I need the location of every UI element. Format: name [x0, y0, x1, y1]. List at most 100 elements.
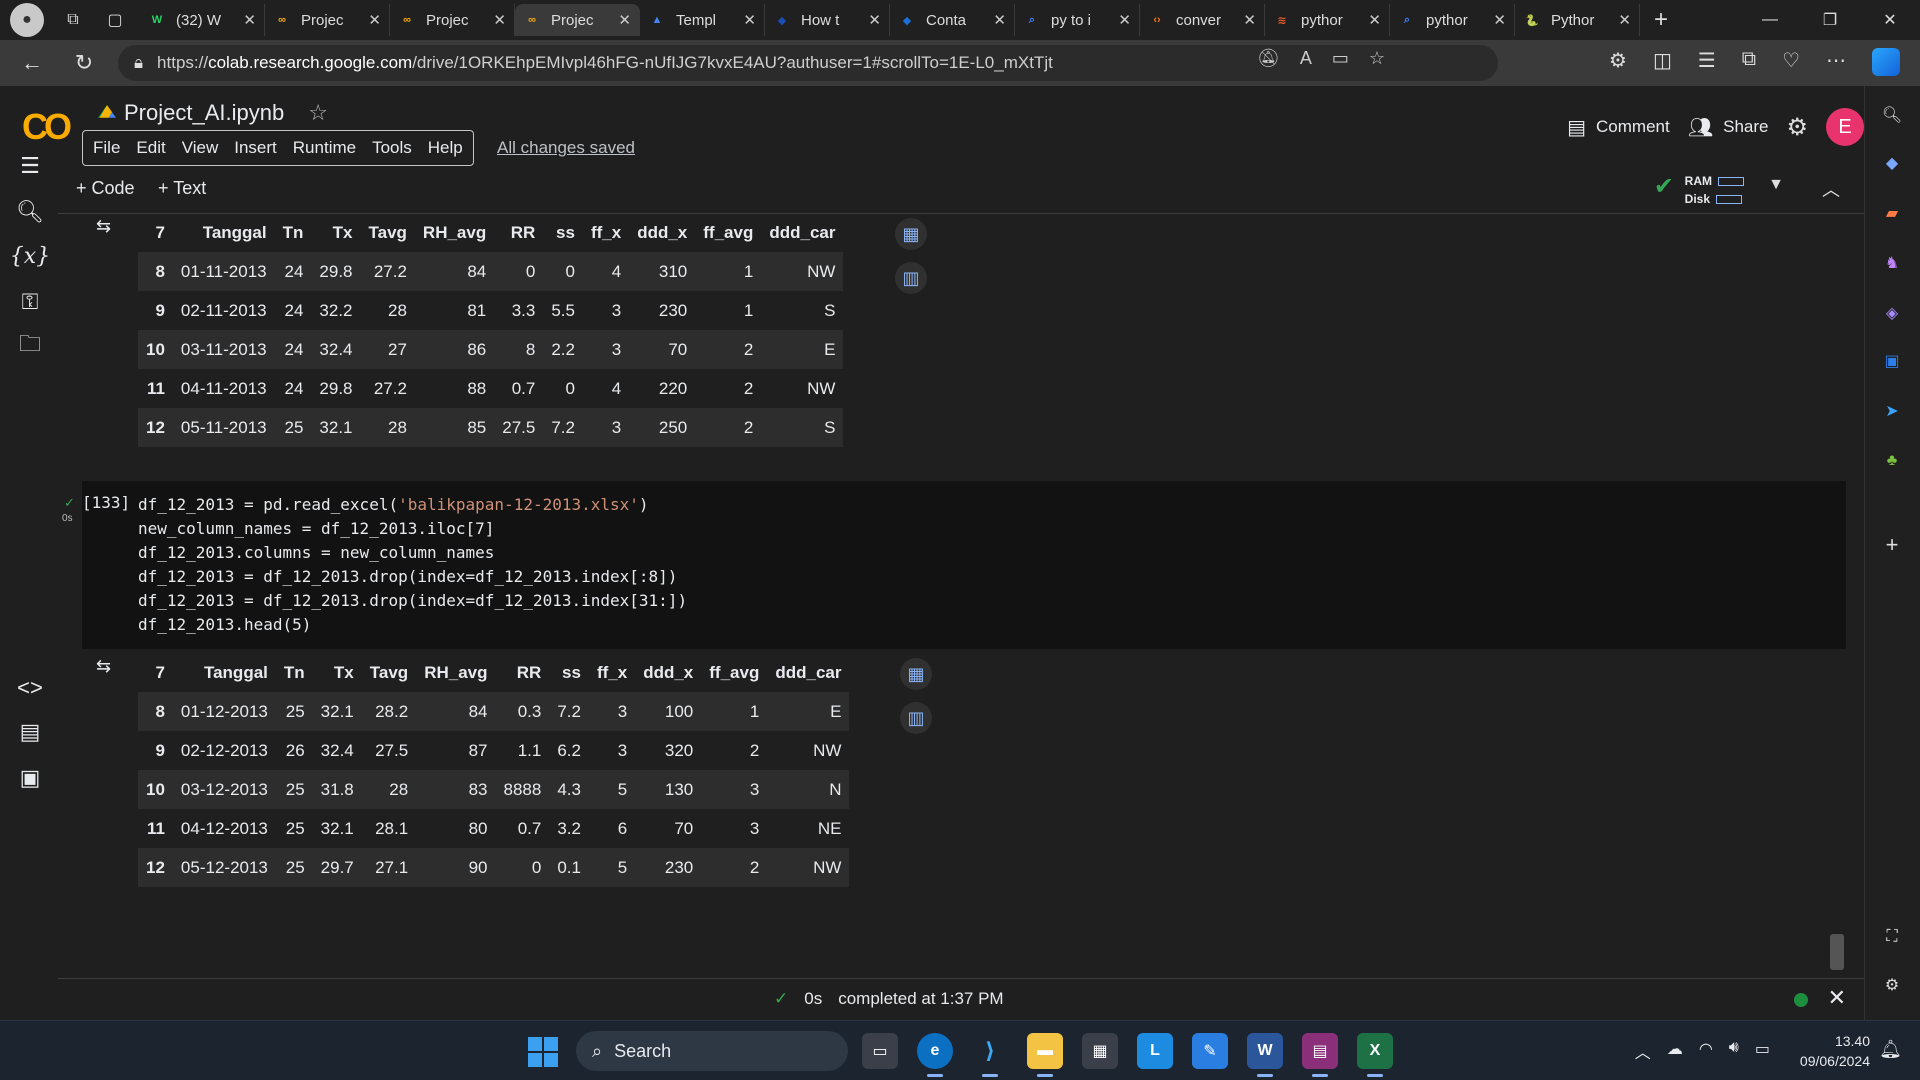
back-icon[interactable]: ← [12, 43, 52, 83]
edge-app-icon[interactable]: e [917, 1033, 953, 1077]
clock[interactable]: 13.40 09/06/2024 [1800, 1031, 1870, 1071]
comment-button[interactable]: ▤ Comment [1567, 115, 1670, 140]
browser-tab[interactable]: ∞ Projec ✕ [390, 4, 515, 36]
browser-tab[interactable]: ‹› conver ✕ [1140, 4, 1265, 36]
collections-icon[interactable]: ⧉ [1742, 48, 1756, 76]
code-cell-133[interactable]: ✓ 0s [133] df_12_2013 = pd.read_excel('b… [62, 481, 1846, 649]
store-app-icon[interactable]: ▦ [1082, 1033, 1118, 1069]
browser-tab[interactable]: ▲ Templ ✕ [640, 4, 765, 36]
games-icon[interactable]: ♞ [1879, 250, 1905, 276]
volume-icon[interactable]: 🔊︎ [1729, 1039, 1739, 1063]
table-of-contents-icon[interactable]: ☰ [16, 152, 44, 180]
outlook-icon[interactable]: ▣ [1879, 348, 1905, 374]
battery-icon[interactable]: ▭ [1755, 1039, 1770, 1063]
star-icon[interactable]: ☆ [308, 100, 328, 126]
menu-file[interactable]: File [85, 138, 128, 158]
output-toggle-icon[interactable]: ⇆ [96, 216, 111, 237]
new-tab-button[interactable]: + [1654, 6, 1668, 34]
wifi-icon[interactable]: ◠ [1699, 1039, 1713, 1063]
scrollbar-thumb[interactable] [1830, 934, 1844, 970]
tab-close-icon[interactable]: ✕ [493, 11, 506, 29]
excel-app-icon[interactable]: X [1357, 1033, 1393, 1077]
browser-tab[interactable]: 🐍 Pythor ✕ [1515, 4, 1640, 36]
add-text-button[interactable]: + Text [158, 178, 206, 199]
table-view-icon[interactable]: ▦ [895, 218, 927, 250]
minimize-icon[interactable]: — [1740, 0, 1800, 40]
browser-tab[interactable]: ∞ Projec ✕ [515, 4, 640, 36]
winrar-app-icon[interactable]: ▤ [1302, 1033, 1338, 1077]
split-screen-icon[interactable]: ◫ [1653, 48, 1672, 76]
tab-close-icon[interactable]: ✕ [1493, 11, 1506, 29]
tab-close-icon[interactable]: ✕ [1618, 11, 1631, 29]
browser-tab[interactable]: ⌕ pythor ✕ [1390, 4, 1515, 36]
browser-tab[interactable]: ∞ Projec ✕ [265, 4, 390, 36]
screenshot-icon[interactable]: ⛶ [1879, 924, 1905, 950]
vscode-app-icon[interactable]: ⟩ [972, 1033, 1008, 1077]
tab-actions-icon[interactable]: ▢ [98, 3, 132, 37]
mute-notifications-icon[interactable]: 🔕︎ [1257, 48, 1280, 69]
menu-insert[interactable]: Insert [226, 138, 285, 158]
task-view-icon[interactable]: ▭ [862, 1033, 898, 1069]
close-status-icon[interactable]: ✕ [1828, 985, 1846, 1011]
file-explorer-icon[interactable]: ▬ [1027, 1033, 1063, 1077]
suggest-chart-icon[interactable]: ▥ [895, 262, 927, 294]
close-window-icon[interactable]: ✕ [1860, 0, 1920, 40]
immersive-reader-icon[interactable]: ▭ [1332, 48, 1349, 69]
tab-close-icon[interactable]: ✕ [1368, 11, 1381, 29]
share-button[interactable]: 👥︎ Share [1688, 115, 1769, 140]
paint-app-icon[interactable]: ✎ [1192, 1033, 1228, 1069]
menu-tools[interactable]: Tools [364, 138, 420, 158]
onedrive-icon[interactable]: ☁ [1667, 1039, 1683, 1063]
suggest-chart-icon[interactable]: ▥ [900, 702, 932, 734]
variables-icon[interactable]: {x} [10, 242, 50, 270]
notebook-title[interactable]: Project_AI.ipynb [124, 100, 284, 126]
browser-tab[interactable]: W (32) W ✕ [140, 4, 265, 36]
sidebar-search-icon[interactable]: 🔍︎ [1879, 102, 1905, 128]
tab-close-icon[interactable]: ✕ [1118, 11, 1131, 29]
runtime-dropdown-icon[interactable]: ▼ [1768, 176, 1784, 194]
user-avatar[interactable]: E [1826, 108, 1864, 146]
favorite-star-icon[interactable]: ☆ [1369, 48, 1385, 69]
collapse-header-icon[interactable]: ︿ [1822, 176, 1840, 202]
tree-icon[interactable]: ♣ [1879, 448, 1905, 474]
table-view-icon[interactable]: ▦ [900, 658, 932, 690]
browser-essentials-icon[interactable]: ♡ [1782, 48, 1800, 76]
tab-close-icon[interactable]: ✕ [993, 11, 1006, 29]
tab-close-icon[interactable]: ✕ [618, 11, 631, 29]
ram-disk-indicator[interactable]: RAM Disk [1685, 172, 1744, 208]
tab-close-icon[interactable]: ✕ [368, 11, 381, 29]
code-snippets-icon[interactable]: <> [16, 674, 44, 702]
add-sidebar-app-icon[interactable]: + [1879, 532, 1905, 558]
more-options-icon[interactable]: ⋯ [1826, 48, 1846, 76]
profile-avatar[interactable]: ● [10, 3, 44, 37]
send-icon[interactable]: ➤ [1879, 398, 1905, 424]
start-menu-icon[interactable] [528, 1037, 558, 1067]
read-aloud-icon[interactable]: A [1300, 48, 1312, 69]
show-hidden-icons-icon[interactable]: ︿ [1635, 1039, 1651, 1063]
shopping-tag-icon[interactable]: ◆ [1879, 150, 1905, 176]
tab-close-icon[interactable]: ✕ [743, 11, 756, 29]
browser-tab[interactable]: ⌕ py to i ✕ [1015, 4, 1140, 36]
browser-tab[interactable]: ≋ pythor ✕ [1265, 4, 1390, 36]
execution-status[interactable]: ✓ 0s completed at 1:37 PM [774, 989, 1004, 1009]
notifications-bell-icon[interactable]: 🔔︎ [1879, 1039, 1902, 1060]
files-folder-icon[interactable]: 🗀 [16, 331, 44, 360]
tab-close-icon[interactable]: ✕ [243, 11, 256, 29]
tab-close-icon[interactable]: ✕ [1243, 11, 1256, 29]
save-status[interactable]: All changes saved [497, 138, 635, 158]
tab-close-icon[interactable]: ✕ [868, 11, 881, 29]
taskbar-search[interactable]: ⌕ Search [576, 1031, 848, 1071]
sidebar-settings-icon[interactable]: ⚙ [1879, 972, 1905, 998]
add-code-button[interactable]: + Code [76, 178, 135, 199]
word-app-icon[interactable]: W [1247, 1033, 1283, 1077]
command-palette-icon[interactable]: ▤ [16, 718, 44, 746]
l-app-icon[interactable]: L [1137, 1033, 1173, 1069]
tools-briefcase-icon[interactable]: ▰ [1879, 200, 1905, 226]
browser-tab[interactable]: ◆ How t ✕ [765, 4, 890, 36]
secrets-key-icon[interactable]: ⚿ [16, 288, 44, 316]
terminal-icon[interactable]: ▣ [16, 764, 44, 792]
code-editor[interactable]: df_12_2013 = pd.read_excel('balikpapan-1… [138, 493, 687, 637]
menu-edit[interactable]: Edit [128, 138, 173, 158]
refresh-icon[interactable]: ↻ [64, 43, 104, 83]
settings-gear-icon[interactable]: ⚙ [1786, 113, 1808, 142]
